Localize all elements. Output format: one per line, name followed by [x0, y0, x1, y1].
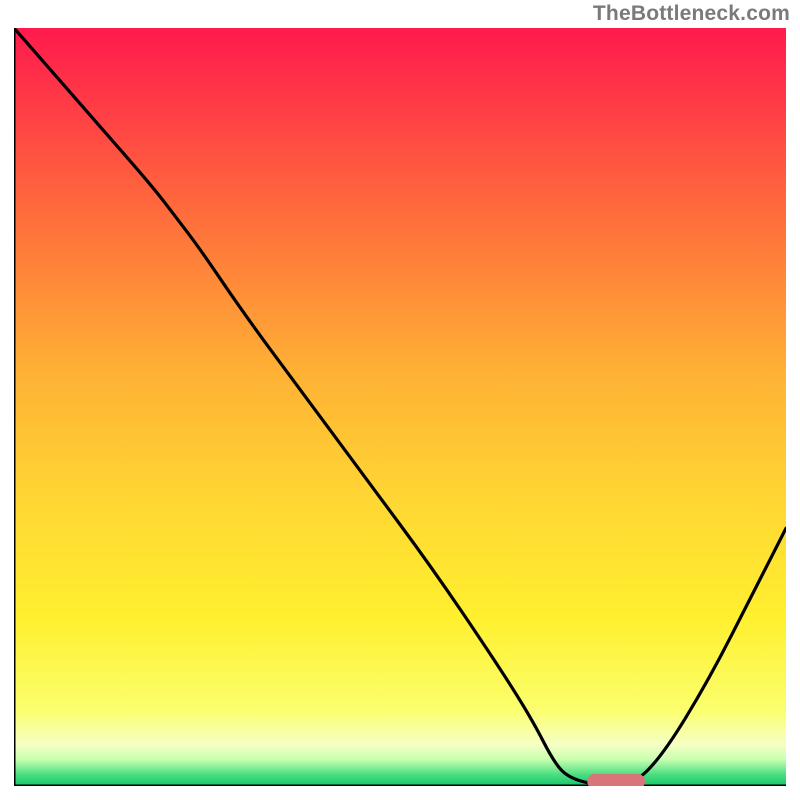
chart-container: [14, 28, 786, 786]
attribution-text: TheBottleneck.com: [593, 2, 790, 26]
optimal-marker: [587, 774, 645, 786]
gradient-background: [14, 28, 786, 786]
bottleneck-chart: [14, 28, 786, 786]
